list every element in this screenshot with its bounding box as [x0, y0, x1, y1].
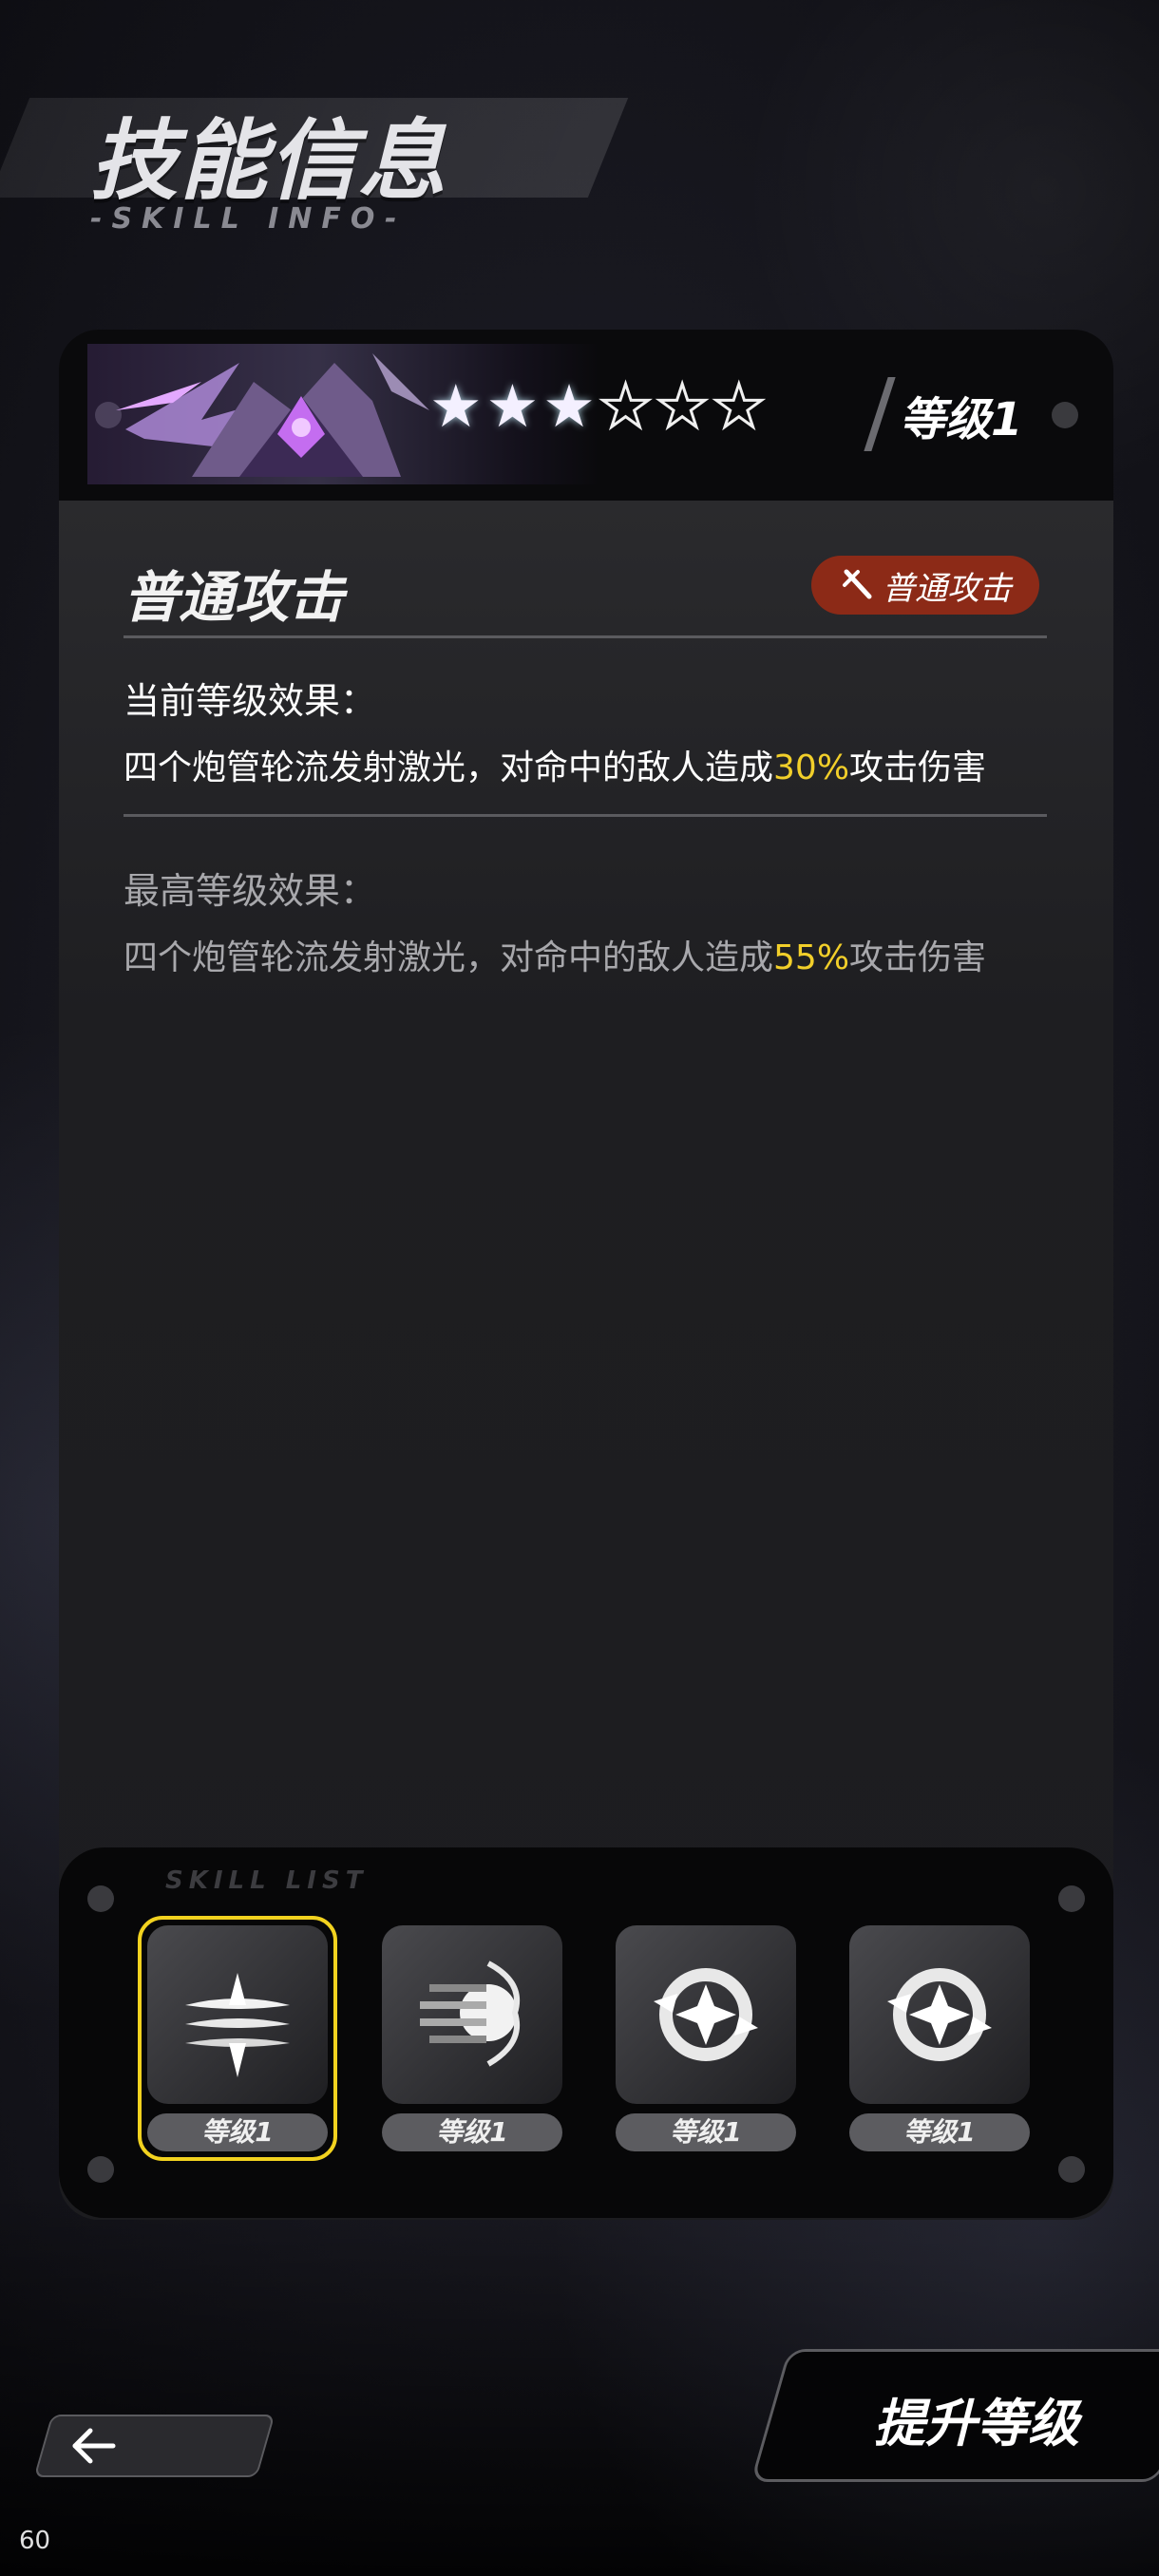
max-effect-prefix: 四个炮管轮流发射激光，对命中的敌人造成: [124, 938, 774, 977]
max-effect-value: 55%: [773, 938, 850, 977]
max-effect-title: 最高等级效果：: [124, 870, 377, 912]
skill-tile[interactable]: [382, 1925, 562, 2104]
triple-blade-icon: [185, 1973, 290, 2077]
star-filled-icon: ★: [429, 371, 483, 441]
cannon-burst-icon: [420, 1960, 521, 2067]
panel-header: ★ ★ ★ ★ ★ ★ 等级1: [59, 330, 1113, 501]
skill-tile[interactable]: [849, 1925, 1030, 2104]
upgrade-level-button[interactable]: 提升等级: [750, 2349, 1159, 2482]
skill-list-label: SKILL LIST: [165, 1866, 369, 1895]
skill-type-label: 普通攻击: [883, 569, 1012, 608]
current-effect-title: 当前等级效果：: [124, 680, 377, 722]
screw-icon: [87, 1885, 114, 1912]
divider: [124, 635, 1047, 638]
skill-level: 等级1: [900, 393, 1023, 446]
current-effect-prefix: 四个炮管轮流发射激光，对命中的敌人造成: [124, 748, 774, 787]
skill-level-label: 等级1: [849, 2113, 1030, 2151]
star-rating: ★ ★ ★ ★ ★ ★: [429, 371, 767, 441]
upgrade-button-label: 提升等级: [874, 2394, 1079, 2453]
fps-counter: 60: [19, 2527, 51, 2555]
skill-slot-4[interactable]: 等级1: [849, 1925, 1030, 2151]
star-empty-icon: ★: [711, 371, 767, 441]
skill-slot-3[interactable]: 等级1: [616, 1925, 796, 2151]
skill-slot-1[interactable]: 等级1: [138, 1916, 337, 2161]
crosshair-star-icon: [887, 1968, 992, 2061]
star-filled-icon: ★: [485, 371, 540, 441]
current-effect-value: 30%: [773, 748, 850, 787]
skill-list-bar: SKILL LIST 等级1 等级1 等级1 等级1: [59, 1847, 1113, 2218]
sword-icon: [843, 569, 872, 599]
crosshair-star-icon: [654, 1968, 758, 2061]
skill-tile[interactable]: [147, 1925, 328, 2104]
max-effect-suffix: 攻击伤害: [849, 938, 987, 977]
skill-name: 普通攻击: [124, 565, 345, 630]
back-button[interactable]: [33, 2415, 276, 2477]
skill-type-badge: 普通攻击: [811, 556, 1039, 615]
screw-icon: [87, 2156, 114, 2183]
star-empty-icon: ★: [655, 371, 711, 441]
skill-level-label: 等级1: [616, 2113, 796, 2151]
current-effect-text: 四个炮管轮流发射激光，对命中的敌人造成30%攻击伤害: [124, 740, 986, 789]
divider: [124, 814, 1047, 817]
arrow-left-icon: [72, 2428, 116, 2464]
skill-slot-2[interactable]: 等级1: [382, 1925, 562, 2151]
screw-icon: [1058, 1885, 1085, 1912]
star-empty-icon: ★: [598, 371, 654, 441]
page-title: 技能信息: [90, 110, 448, 212]
skill-tile[interactable]: [616, 1925, 796, 2104]
current-effect-suffix: 攻击伤害: [849, 748, 987, 787]
level-divider: [864, 377, 896, 451]
screw-icon: [1058, 2156, 1085, 2183]
max-effect-text: 四个炮管轮流发射激光，对命中的敌人造成55%攻击伤害: [124, 930, 986, 979]
page-subtitle: -SKILL INFO-: [90, 202, 407, 236]
skill-level-label: 等级1: [147, 2113, 328, 2151]
star-filled-icon: ★: [542, 371, 596, 441]
screw-icon: [1052, 402, 1078, 428]
skill-level-label: 等级1: [382, 2113, 562, 2151]
title-block: 技能信息 -SKILL INFO-: [0, 90, 629, 252]
